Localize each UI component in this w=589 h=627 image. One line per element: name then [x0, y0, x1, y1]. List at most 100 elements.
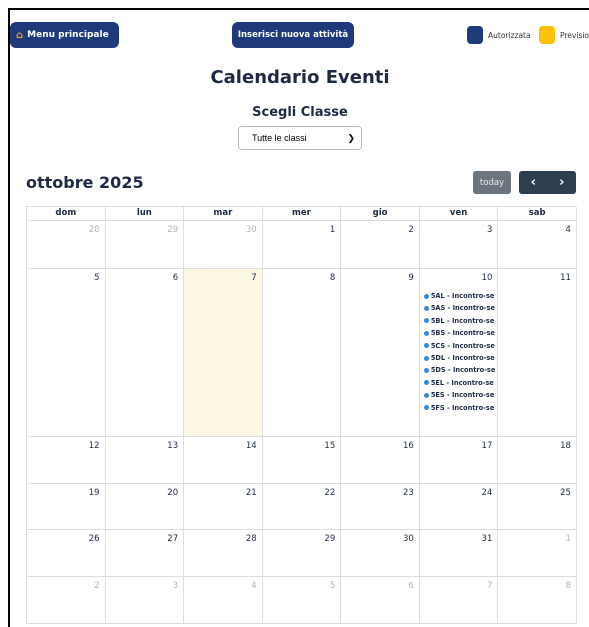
calendar-day[interactable]: 21	[184, 484, 263, 530]
day-number[interactable]: 3	[173, 581, 178, 591]
calendar-day[interactable]: 26	[27, 530, 106, 577]
day-number[interactable]: 6	[173, 273, 178, 283]
day-number[interactable]: 29	[324, 534, 335, 544]
day-number[interactable]: 25	[560, 488, 571, 498]
day-number[interactable]: 19	[89, 488, 100, 498]
calendar-day[interactable]: 9	[341, 269, 420, 437]
day-number[interactable]: 4	[566, 225, 571, 235]
calendar-day[interactable]: 13	[105, 437, 185, 484]
day-number[interactable]: 23	[403, 488, 414, 498]
insert-activity-button[interactable]: Inserisci nuova attività	[232, 22, 354, 48]
calendar-event[interactable]: 5ES - Incontro-se	[423, 389, 497, 401]
day-number[interactable]: 24	[482, 488, 493, 498]
calendar-day[interactable]: 2	[27, 577, 106, 624]
calendar-day[interactable]: 19	[27, 484, 106, 530]
day-number[interactable]: 29	[167, 225, 178, 235]
calendar-day[interactable]: 5	[262, 577, 342, 624]
calendar-day[interactable]: 6	[105, 269, 185, 437]
calendar-day[interactable]: 15	[262, 437, 342, 484]
today-button[interactable]: today	[473, 171, 511, 194]
day-number[interactable]: 2	[94, 581, 99, 591]
calendar-day[interactable]: 31	[419, 530, 499, 577]
calendar-day[interactable]: 11	[498, 269, 577, 437]
calendar-day[interactable]: 7	[419, 577, 499, 624]
calendar-day[interactable]: 3	[419, 221, 499, 269]
calendar-day[interactable]: 17	[419, 437, 499, 484]
calendar-day[interactable]: 28	[27, 221, 106, 269]
day-number[interactable]: 3	[487, 225, 492, 235]
calendar-day[interactable]: 29	[262, 530, 342, 577]
calendar-day[interactable]: 8	[498, 577, 577, 624]
calendar-day[interactable]: 10 5AL - Incontro-se 5AS - Incontro-se 5BL …	[419, 269, 499, 437]
day-number[interactable]: 10	[482, 273, 493, 283]
calendar-event[interactable]: 5AL - Incontro-se	[423, 290, 497, 302]
day-number[interactable]: 11	[560, 273, 571, 283]
calendar-day[interactable]: 30	[184, 221, 263, 269]
day-number[interactable]: 20	[167, 488, 178, 498]
day-number[interactable]: 16	[403, 441, 414, 451]
calendar-day[interactable]: 12	[27, 437, 106, 484]
day-number[interactable]: 22	[324, 488, 335, 498]
calendar-day[interactable]: 27	[105, 530, 185, 577]
day-number[interactable]: 7	[487, 581, 492, 591]
day-number[interactable]: 8	[566, 581, 571, 591]
calendar-day[interactable]: 3	[105, 577, 185, 624]
day-number[interactable]: 26	[89, 534, 100, 544]
day-number[interactable]: 2	[408, 225, 413, 235]
prev-month-button[interactable]: ‹	[519, 171, 548, 194]
day-number[interactable]: 1	[330, 225, 335, 235]
day-number[interactable]: 28	[89, 225, 100, 235]
calendar-event[interactable]: 5CS - Incontro-se	[423, 340, 497, 352]
day-number[interactable]: 18	[560, 441, 571, 451]
day-number[interactable]: 4	[251, 581, 256, 591]
calendar-day[interactable]: 1	[262, 221, 342, 269]
calendar-day[interactable]: 30	[341, 530, 420, 577]
day-number[interactable]: 31	[482, 534, 493, 544]
day-number[interactable]: 5	[330, 581, 335, 591]
day-number[interactable]: 30	[246, 225, 257, 235]
next-month-button[interactable]: ›	[548, 171, 577, 194]
calendar-day[interactable]: 18	[498, 437, 577, 484]
calendar-day[interactable]: 1	[498, 530, 577, 577]
calendar-day[interactable]: 16	[341, 437, 420, 484]
calendar-day[interactable]: 29	[105, 221, 185, 269]
calendar-day[interactable]: 24	[419, 484, 499, 530]
calendar-day-today[interactable]: 7	[184, 269, 263, 437]
calendar-event[interactable]: 5FS - Incontro-se	[423, 402, 497, 414]
calendar-day[interactable]: 22	[262, 484, 342, 530]
day-number[interactable]: 17	[482, 441, 493, 451]
calendar-day[interactable]: 4	[498, 221, 577, 269]
day-number[interactable]: 12	[89, 441, 100, 451]
day-number[interactable]: 1	[566, 534, 571, 544]
calendar-day[interactable]: 28	[184, 530, 263, 577]
calendar-event[interactable]: 5DS - Incontro-se	[423, 364, 497, 376]
calendar-event[interactable]: 5AS - Incontro-se	[423, 302, 497, 314]
day-number[interactable]: 13	[167, 441, 178, 451]
day-number[interactable]: 8	[330, 273, 335, 283]
calendar-day[interactable]: 14	[184, 437, 263, 484]
day-number[interactable]: 28	[246, 534, 257, 544]
calendar-day[interactable]: 4	[184, 577, 263, 624]
day-number[interactable]: 21	[246, 488, 257, 498]
calendar-day[interactable]: 2	[341, 221, 420, 269]
calendar-day[interactable]: 5	[27, 269, 106, 437]
main-menu-button[interactable]: ⌂ Menu principale	[10, 22, 119, 48]
day-number[interactable]: 9	[408, 273, 413, 283]
day-number[interactable]: 5	[94, 273, 99, 283]
calendar-day[interactable]: 20	[105, 484, 185, 530]
calendar-day[interactable]: 6	[341, 577, 420, 624]
calendar-event[interactable]: 5BS - Incontro-se	[423, 327, 497, 339]
day-number[interactable]: 6	[408, 581, 413, 591]
calendar-event[interactable]: 5BL - Incontro-se	[423, 315, 497, 327]
day-number[interactable]: 27	[167, 534, 178, 544]
calendar-day[interactable]: 8	[262, 269, 342, 437]
class-select[interactable]: Tutte le classi ❯	[238, 126, 362, 150]
day-number[interactable]: 30	[403, 534, 414, 544]
day-number[interactable]: 14	[246, 441, 257, 451]
calendar-event[interactable]: 5EL - Incontro-se	[423, 377, 497, 389]
calendar-day[interactable]: 23	[341, 484, 420, 530]
day-number[interactable]: 7	[251, 273, 256, 283]
calendar-event[interactable]: 5DL - Incontro-se	[423, 352, 497, 364]
calendar-day[interactable]: 25	[498, 484, 577, 530]
day-number[interactable]: 15	[324, 441, 335, 451]
